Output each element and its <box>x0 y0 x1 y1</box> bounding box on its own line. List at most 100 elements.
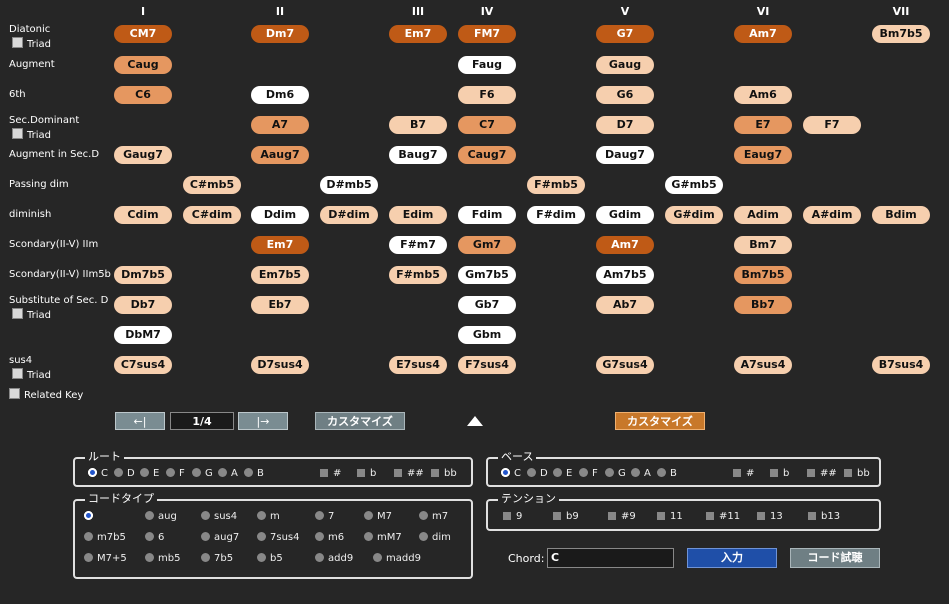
chord-button[interactable]: Em7 <box>251 236 309 254</box>
checkbox-icon[interactable] <box>320 469 328 477</box>
input-button[interactable]: 入力 <box>687 548 777 568</box>
chord-button[interactable]: Faug <box>458 56 516 74</box>
root-accidental[interactable]: # <box>320 468 341 480</box>
chord-button[interactable]: A7 <box>251 116 309 134</box>
checkbox-icon[interactable] <box>12 308 23 319</box>
chordtype-option[interactable]: 6 <box>145 532 164 544</box>
root-accidental[interactable]: b <box>357 468 376 480</box>
tension-option[interactable]: 11 <box>657 511 683 523</box>
tension-option[interactable]: 9 <box>503 511 522 523</box>
radio-icon[interactable] <box>605 468 614 477</box>
chord-button[interactable]: F#dim <box>527 206 585 224</box>
chordtype-option[interactable]: 7 <box>315 511 334 523</box>
preview-chord-button[interactable]: コード試聴 <box>790 548 880 568</box>
prev-page-button[interactable]: ←| <box>115 412 165 430</box>
chord-button[interactable]: G#dim <box>665 206 723 224</box>
checkbox-icon[interactable] <box>12 128 23 139</box>
chord-button[interactable]: Am6 <box>734 86 792 104</box>
radio-icon[interactable] <box>88 468 97 477</box>
chord-button[interactable]: C7sus4 <box>114 356 172 374</box>
bass-accidental[interactable]: b <box>770 468 789 480</box>
checkbox-icon[interactable] <box>657 512 665 520</box>
chord-button[interactable]: C#dim <box>183 206 241 224</box>
chordtype-option[interactable]: m7b5 <box>84 532 126 544</box>
chord-button[interactable]: F#m7 <box>389 236 447 254</box>
tension-option[interactable]: #9 <box>608 511 636 523</box>
checkbox-icon[interactable] <box>503 512 511 520</box>
chordtype-option[interactable]: 7b5 <box>201 553 233 565</box>
checkbox-icon[interactable] <box>844 469 852 477</box>
chord-button[interactable]: Edim <box>389 206 447 224</box>
triad-checkbox[interactable]: Triad <box>12 37 51 52</box>
bass-accidental[interactable]: # <box>733 468 754 480</box>
chord-button[interactable]: Fdim <box>458 206 516 224</box>
radio-icon[interactable] <box>145 553 154 562</box>
radio-icon[interactable] <box>192 468 201 477</box>
chord-button[interactable]: F#mb5 <box>527 176 585 194</box>
chordtype-option[interactable] <box>84 511 97 523</box>
chord-button[interactable]: Dm7 <box>251 25 309 43</box>
chordtype-option[interactable]: mb5 <box>145 553 180 565</box>
chord-button[interactable]: Adim <box>734 206 792 224</box>
chordtype-option[interactable]: M7 <box>364 511 392 523</box>
checkbox-icon[interactable] <box>12 368 23 379</box>
radio-icon[interactable] <box>315 553 324 562</box>
chord-button[interactable]: Baug7 <box>389 146 447 164</box>
chord-button[interactable]: Bdim <box>872 206 930 224</box>
chordtype-option[interactable]: b5 <box>257 553 283 565</box>
chord-button[interactable]: C7 <box>458 116 516 134</box>
chord-button[interactable]: Gaug <box>596 56 654 74</box>
checkbox-icon[interactable] <box>357 469 365 477</box>
root-note-A[interactable]: A <box>218 468 238 480</box>
chord-button[interactable]: G6 <box>596 86 654 104</box>
chord-button[interactable]: Caug <box>114 56 172 74</box>
bass-accidental[interactable]: bb <box>844 468 870 480</box>
chord-button[interactable]: Eaug7 <box>734 146 792 164</box>
radio-icon[interactable] <box>257 511 266 520</box>
chord-button[interactable]: Em7 <box>389 25 447 43</box>
bass-accidental[interactable]: ## <box>807 468 837 480</box>
root-note-C[interactable]: C <box>88 468 108 480</box>
root-note-D[interactable]: D <box>114 468 135 480</box>
chord-button[interactable]: Bm7b5 <box>734 266 792 284</box>
chord-button[interactable]: Daug7 <box>596 146 654 164</box>
chord-button[interactable]: G#mb5 <box>665 176 723 194</box>
chordtype-option[interactable]: 7sus4 <box>257 532 299 544</box>
checkbox-icon[interactable] <box>733 469 741 477</box>
radio-icon[interactable] <box>244 468 253 477</box>
chordtype-option[interactable]: M7+5 <box>84 553 127 565</box>
checkbox-icon[interactable] <box>807 469 815 477</box>
radio-icon[interactable] <box>364 532 373 541</box>
chordtype-option[interactable]: aug7 <box>201 532 239 544</box>
checkbox-icon[interactable] <box>553 512 561 520</box>
chord-button[interactable]: DbM7 <box>114 326 172 344</box>
chordtype-option[interactable]: sus4 <box>201 511 237 523</box>
checkbox-icon[interactable] <box>757 512 765 520</box>
checkbox-icon[interactable] <box>394 469 402 477</box>
chordtype-option[interactable]: mM7 <box>364 532 402 544</box>
radio-icon[interactable] <box>201 511 210 520</box>
tension-option[interactable]: 13 <box>757 511 783 523</box>
radio-icon[interactable] <box>553 468 562 477</box>
chord-button[interactable]: B7sus4 <box>872 356 930 374</box>
checkbox-icon[interactable] <box>808 512 816 520</box>
radio-icon[interactable] <box>657 468 666 477</box>
chord-button[interactable]: D7sus4 <box>251 356 309 374</box>
chord-button[interactable]: Gaug7 <box>114 146 172 164</box>
chord-button[interactable]: Aaug7 <box>251 146 309 164</box>
bass-note-A[interactable]: A <box>631 468 651 480</box>
chord-button[interactable]: A#dim <box>803 206 861 224</box>
radio-icon[interactable] <box>527 468 536 477</box>
checkbox-icon[interactable] <box>770 469 778 477</box>
chord-button[interactable]: Em7b5 <box>251 266 309 284</box>
chord-button[interactable]: Gm7 <box>458 236 516 254</box>
radio-icon[interactable] <box>218 468 227 477</box>
radio-icon[interactable] <box>84 553 93 562</box>
chord-button[interactable]: A7sus4 <box>734 356 792 374</box>
chordtype-option[interactable]: madd9 <box>373 553 421 565</box>
chord-button[interactable]: Gb7 <box>458 296 516 314</box>
bass-note-C[interactable]: C <box>501 468 521 480</box>
root-accidental[interactable]: ## <box>394 468 424 480</box>
chord-button[interactable]: Bb7 <box>734 296 792 314</box>
root-note-E[interactable]: E <box>140 468 159 480</box>
